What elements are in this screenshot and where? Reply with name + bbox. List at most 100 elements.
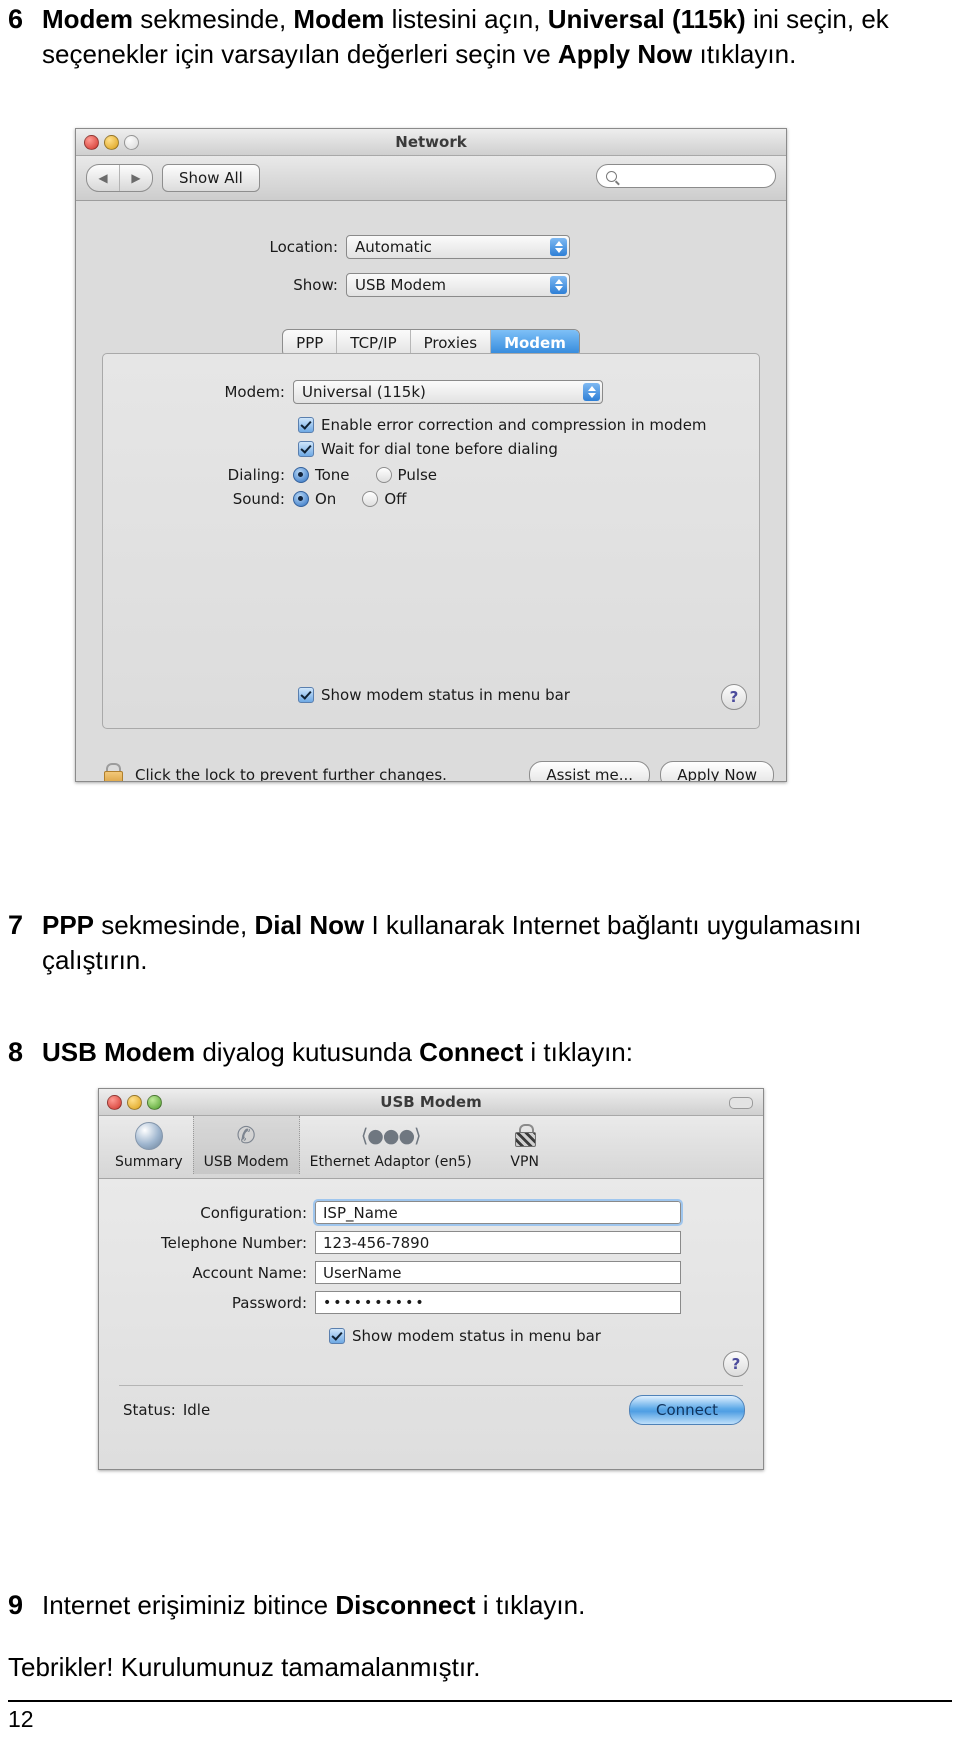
sound-off-label: Off <box>384 490 407 508</box>
show-modem-status-label: Show modem status in menu bar <box>321 686 570 704</box>
show-label: Show: <box>293 276 338 294</box>
manual-page: 6 Modem sekmesinde, Modem listesini açın… <box>0 0 960 1751</box>
page-number: 12 <box>8 1706 34 1732</box>
radio-icon[interactable] <box>293 467 309 483</box>
location-row: Location: Automatic <box>76 235 786 259</box>
dialing-row: Dialing: Tone Pulse <box>103 466 759 484</box>
account-name-input[interactable]: UserName <box>315 1261 681 1284</box>
show-all-button[interactable]: Show All <box>162 164 260 192</box>
modem-select[interactable]: Universal (115k) <box>293 380 603 404</box>
help-icon[interactable]: ? <box>723 1351 749 1377</box>
chevron-updown-icon[interactable] <box>583 383 600 401</box>
location-select[interactable]: Automatic <box>346 235 570 259</box>
unlocked-padlock-icon[interactable] <box>104 763 126 781</box>
help-icon[interactable]: ? <box>721 684 747 710</box>
error-correction-checkbox[interactable]: Enable error correction and compression … <box>298 416 707 434</box>
error-correction-label: Enable error correction and compression … <box>321 416 707 434</box>
password-label: Password: <box>231 1293 307 1312</box>
sound-on-label: On <box>315 490 337 508</box>
configuration-select[interactable]: ISP_Name <box>313 1199 683 1226</box>
window-controls <box>107 1095 162 1110</box>
close-button[interactable] <box>84 135 99 150</box>
lock-row[interactable]: Click the lock to prevent further change… <box>104 763 447 782</box>
step-9-text: Internet erişiminiz bitince Disconnect i… <box>42 1590 586 1620</box>
location-label: Location: <box>269 238 339 256</box>
chevron-updown-icon[interactable] <box>550 238 567 256</box>
network-titlebar: Network <box>76 129 786 156</box>
toolbar-item-usb-modem[interactable]: ✆ USB Modem <box>192 1116 300 1174</box>
apply-now-button[interactable]: Apply Now <box>660 761 774 781</box>
step-9: 9 Internet erişiminiz bitince Disconnect… <box>0 1588 900 1623</box>
back-icon[interactable]: ◀ <box>87 165 120 191</box>
show-modem-status-checkbox[interactable]: Show modem status in menu bar <box>298 686 570 704</box>
step-7: 7 PPP sekmesinde, Dial Now I kullanarak … <box>0 908 900 978</box>
location-value: Automatic <box>355 238 432 256</box>
wait-dial-tone-checkbox[interactable]: Wait for dial tone before dialing <box>298 440 558 458</box>
step-9-number: 9 <box>8 1590 24 1620</box>
checkbox-icon[interactable] <box>329 1328 345 1344</box>
forward-icon[interactable]: ▶ <box>120 165 152 191</box>
toolbar-toggle-button[interactable] <box>729 1097 753 1109</box>
show-select[interactable]: USB Modem <box>346 273 570 297</box>
radio-icon[interactable] <box>375 467 392 483</box>
toolbar-item-vpn[interactable]: VPN <box>482 1116 568 1174</box>
status-row: Status: Idle <box>123 1401 210 1419</box>
step-7-number: 7 <box>8 910 24 940</box>
telephone-row: Telephone Number: 123-456-7890 <box>99 1231 763 1254</box>
footer-divider <box>8 1700 952 1702</box>
step-8: 8 USB Modem diyalog kutusunda Connect i … <box>0 1035 900 1070</box>
lock-icon <box>514 1120 536 1152</box>
dialing-pulse-label: Pulse <box>397 466 438 484</box>
checkbox-icon[interactable] <box>298 687 314 703</box>
sound-row: Sound: On Off <box>103 490 759 508</box>
telephone-value: 123-456-7890 <box>323 1233 430 1252</box>
zoom-button[interactable] <box>147 1095 162 1110</box>
usb-show-modem-status-checkbox[interactable]: Show modem status in menu bar <box>329 1327 601 1345</box>
account-name-row: Account Name: UserName <box>99 1261 763 1284</box>
toolbar-item-vpn-label: VPN <box>510 1154 539 1170</box>
sound-label: Sound: <box>232 490 285 508</box>
configuration-value: ISP_Name <box>323 1203 398 1222</box>
close-button[interactable] <box>107 1095 122 1110</box>
chevron-updown-icon[interactable] <box>397 1207 406 1218</box>
nav-segmented-control[interactable]: ◀ ▶ <box>86 164 153 192</box>
radio-icon[interactable] <box>293 491 309 507</box>
toolbar-item-ethernet[interactable]: ⟨●●●⟩ Ethernet Adaptor (en5) <box>300 1116 482 1174</box>
radio-icon[interactable] <box>362 491 379 507</box>
ethernet-icon: ⟨●●●⟩ <box>360 1124 422 1147</box>
window-controls <box>84 135 139 150</box>
password-value: •••••••••• <box>323 1294 426 1311</box>
modem-row: Modem: Universal (115k) <box>103 380 759 404</box>
account-name-label: Account Name: <box>192 1263 307 1282</box>
toolbar-item-ethernet-label: Ethernet Adaptor (en5) <box>309 1154 472 1170</box>
step-8-number: 8 <box>8 1037 24 1067</box>
usb-toolbar: Summary ✆ USB Modem ⟨●●●⟩ Ethernet Adapt… <box>99 1116 763 1179</box>
assist-me-button[interactable]: Assist me... <box>529 761 650 781</box>
toolbar-item-summary-label: Summary <box>115 1154 183 1170</box>
step-7-text: PPP sekmesinde, Dial Now I kullanarak In… <box>42 910 862 975</box>
password-input[interactable]: •••••••••• <box>315 1291 681 1314</box>
minimize-button[interactable] <box>104 135 119 150</box>
network-body: Location: Automatic Show: USB Modem PPP … <box>76 201 786 782</box>
modem-label: Modem: <box>224 383 285 401</box>
search-input[interactable] <box>596 164 776 188</box>
usb-titlebar: USB Modem <box>99 1089 763 1116</box>
network-bottom-bar: Click the lock to prevent further change… <box>76 733 786 782</box>
search-icon <box>606 170 617 182</box>
telephone-input[interactable]: 123-456-7890 <box>315 1231 681 1254</box>
connect-button[interactable]: Connect <box>628 1395 745 1425</box>
dialing-pulse-radio[interactable]: Pulse <box>375 466 438 484</box>
sound-on-radio[interactable]: On <box>293 490 336 508</box>
chevron-updown-icon[interactable] <box>550 276 567 294</box>
lock-hint-text: Click the lock to prevent further change… <box>135 766 447 782</box>
toolbar-item-summary[interactable]: Summary <box>105 1116 193 1174</box>
usb-modem-window: USB Modem Summary ✆ USB Modem ⟨●●●⟩ Ethe… <box>98 1088 764 1470</box>
usb-show-modem-status-label: Show modem status in menu bar <box>352 1327 601 1345</box>
step-6-number: 6 <box>8 4 24 34</box>
sound-off-radio[interactable]: Off <box>362 490 406 508</box>
zoom-button <box>124 135 139 150</box>
checkbox-icon[interactable] <box>298 441 314 457</box>
minimize-button[interactable] <box>127 1095 142 1110</box>
checkbox-icon[interactable] <box>298 417 314 433</box>
dialing-tone-radio[interactable]: Tone <box>293 466 350 484</box>
